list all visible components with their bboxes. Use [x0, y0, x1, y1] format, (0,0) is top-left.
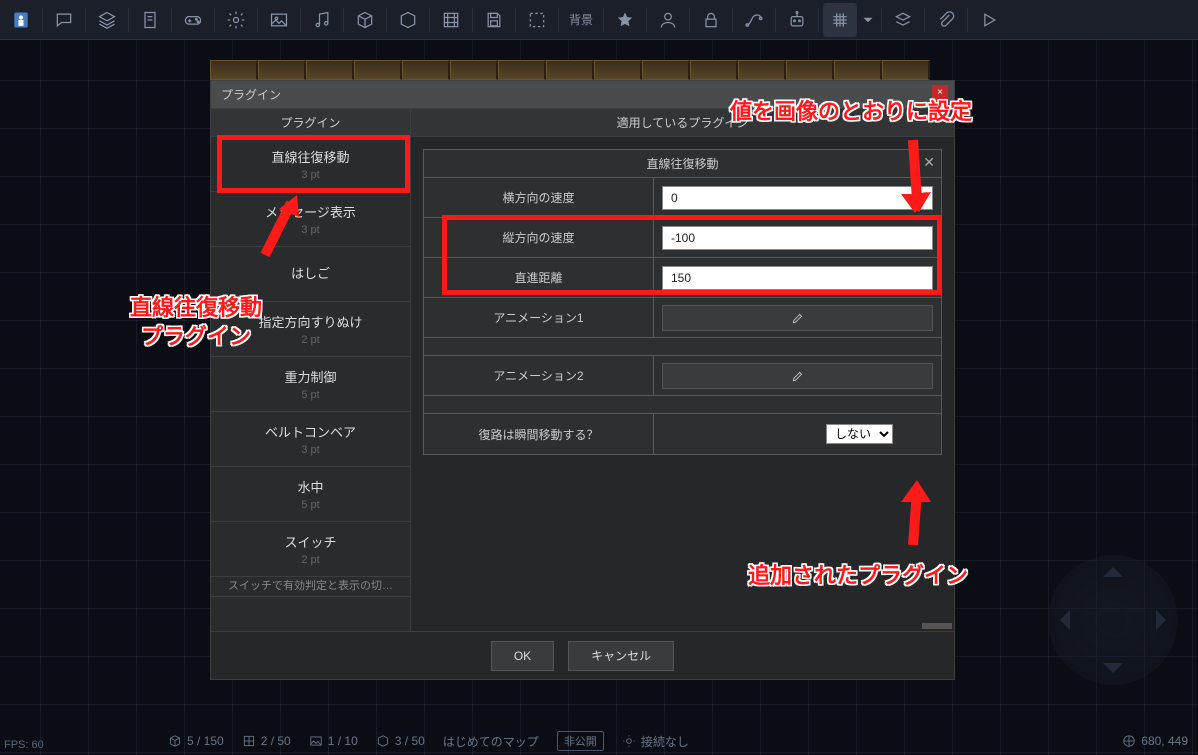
applied-plugin-header: 適用しているプラグイン: [411, 109, 954, 136]
plugin-item-label: スイッチ: [284, 532, 336, 551]
dialog-title: プラグイン: [211, 81, 954, 109]
h-speed-input[interactable]: [662, 186, 933, 210]
anim1-label: アニメーション1: [424, 298, 654, 337]
logo-icon[interactable]: [4, 3, 38, 37]
applied-plugin-panel: 直線往復移動 ✕ 横方向の速度 縦方向の速度 直進距離: [411, 137, 954, 631]
lock-icon[interactable]: [694, 3, 728, 37]
plugin-item-pt: 2 pt: [301, 554, 319, 566]
layers-icon[interactable]: [90, 3, 124, 37]
plugin-item-pt: 5 pt: [301, 499, 319, 511]
plugin-item-label: ベルトコンベア: [265, 422, 356, 441]
robot-icon[interactable]: [780, 3, 814, 37]
dropdown-icon[interactable]: [859, 3, 877, 37]
plugin-item-pt: 3 pt: [301, 224, 319, 236]
path-icon[interactable]: [737, 3, 771, 37]
plugin-item-label: はしご: [291, 263, 330, 282]
settings-close-icon[interactable]: ✕: [923, 154, 935, 171]
teleport-label: 復路は瞬間移動する？: [424, 414, 654, 454]
v-speed-label: 縦方向の速度: [424, 218, 654, 257]
chat-icon[interactable]: [47, 3, 81, 37]
plugin-item-linear-move[interactable]: 直線往復移動 3 pt: [211, 137, 410, 192]
plugin-item-gravity[interactable]: 重力制御 5 pt: [211, 357, 410, 412]
plugin-item-pt: 5 pt: [301, 389, 319, 401]
h-speed-label: 横方向の速度: [424, 178, 654, 217]
fps-counter: FPS: 60: [4, 739, 44, 751]
plugin-item-conveyor[interactable]: ベルトコンベア 3 pt: [211, 412, 410, 467]
dialog-close-button[interactable]: ×: [932, 85, 948, 101]
status-grid: 2 / 50: [242, 734, 291, 748]
status-box: 3 / 50: [376, 734, 425, 748]
film-icon[interactable]: [434, 3, 468, 37]
plugin-item-switch-toggle[interactable]: スイッチで有効判定と表示の切…: [211, 577, 410, 597]
ok-button[interactable]: OK: [491, 641, 554, 671]
plugin-dialog: プラグイン × プラグイン 適用しているプラグイン 直線往復移動 3 pt メッ…: [210, 80, 955, 680]
anim2-edit-button[interactable]: [662, 363, 933, 389]
grid-icon[interactable]: [823, 3, 857, 37]
gear-icon[interactable]: [219, 3, 253, 37]
plugin-item-pt: 3 pt: [301, 444, 319, 456]
status-connection: 接続なし: [622, 733, 689, 750]
status-map-name: はじめてのマップ: [443, 733, 539, 750]
plugin-item-pt: 3 pt: [301, 169, 319, 181]
plugin-item-switch[interactable]: スイッチ 2 pt: [211, 522, 410, 577]
dashed-rect-icon[interactable]: [520, 3, 554, 37]
cancel-button[interactable]: キャンセル: [568, 641, 674, 671]
anim1-edit-button[interactable]: [662, 305, 933, 331]
v-speed-input[interactable]: [662, 226, 933, 250]
background-button[interactable]: 背景: [563, 11, 599, 28]
plugin-item-label: 指定方向すりぬけ: [258, 312, 362, 331]
distance-label: 直進距離: [424, 258, 654, 297]
tile-strip: [210, 60, 930, 80]
plugin-item-ladder[interactable]: はしご: [211, 247, 410, 302]
anim2-label: アニメーション2: [424, 356, 654, 395]
plugin-item-label: 直線往復移動: [271, 147, 349, 166]
status-coords: 680, 449: [1122, 734, 1188, 748]
top-toolbar: 背景: [0, 0, 1198, 40]
page-icon[interactable]: [133, 3, 167, 37]
plugin-item-label: メッセージ表示: [265, 202, 356, 221]
gamepad-icon[interactable]: [176, 3, 210, 37]
user-icon[interactable]: [651, 3, 685, 37]
settings-title: 直線往復移動: [424, 150, 941, 178]
clip-icon[interactable]: [929, 3, 963, 37]
status-image: 1 / 10: [309, 734, 358, 748]
plugin-item-label: 重力制御: [284, 367, 336, 386]
stack-icon[interactable]: [886, 3, 920, 37]
plugin-item-label: スイッチで有効判定と表示の切…: [228, 577, 393, 593]
distance-input[interactable]: [662, 266, 933, 290]
music-icon[interactable]: [305, 3, 339, 37]
panel-scroll-thumb[interactable]: [922, 623, 952, 629]
box-icon[interactable]: [391, 3, 425, 37]
plugin-item-underwater[interactable]: 水中 5 pt: [211, 467, 410, 522]
status-cube: 5 / 150: [168, 734, 224, 748]
cube-icon[interactable]: [348, 3, 382, 37]
status-bar: 5 / 150 2 / 50 1 / 10 3 / 50 はじめてのマップ 非公…: [0, 727, 1198, 755]
status-visibility[interactable]: 非公開: [557, 731, 604, 751]
save-icon[interactable]: [477, 3, 511, 37]
plugin-list[interactable]: 直線往復移動 3 pt メッセージ表示 3 pt はしご 指定方向すりぬけ 2 …: [211, 137, 411, 631]
play-icon[interactable]: [972, 3, 1006, 37]
plugin-item-label: 水中: [297, 477, 323, 496]
plugin-list-header: プラグイン: [211, 109, 411, 136]
image-icon[interactable]: [262, 3, 296, 37]
plugin-item-pt: 2 pt: [301, 334, 319, 346]
star-icon[interactable]: [608, 3, 642, 37]
teleport-select[interactable]: しない: [826, 424, 893, 444]
plugin-item-message[interactable]: メッセージ表示 3 pt: [211, 192, 410, 247]
plugin-settings-box: 直線往復移動 ✕ 横方向の速度 縦方向の速度 直進距離: [423, 149, 942, 455]
virtual-dpad[interactable]: [1048, 555, 1178, 685]
plugin-item-passthrough[interactable]: 指定方向すりぬけ 2 pt: [211, 302, 410, 357]
